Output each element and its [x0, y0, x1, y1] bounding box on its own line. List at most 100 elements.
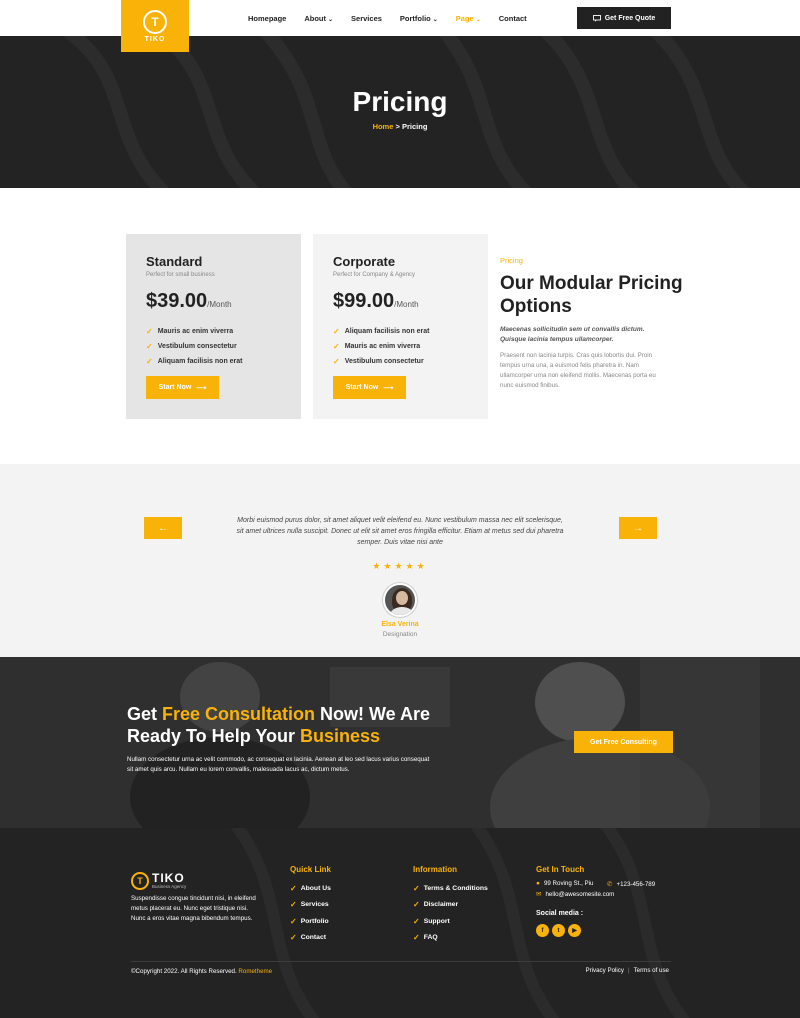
twitter-icon[interactable]: t	[552, 924, 565, 937]
star-rating: ★★★★★	[372, 561, 428, 571]
nav-portfolio[interactable]: Portfolio ⌄	[400, 14, 438, 23]
testimonial-section: ← Morbi euismod purus dolor, sit amet al…	[0, 464, 800, 657]
check-icon: ✓	[333, 342, 340, 351]
nav-services[interactable]: Services	[351, 14, 382, 23]
chevron-down-icon: ⌄	[475, 16, 481, 23]
page-title: Pricing	[352, 86, 448, 117]
feature-item: ✓ Aliquam facilisis non erat	[146, 357, 243, 366]
testimonial-name: Elsa Verina	[381, 621, 419, 628]
feature-item: ✓ Mauris ac enim viverra	[146, 327, 234, 336]
link-separator: |	[627, 967, 630, 974]
check-icon: ✓	[146, 357, 153, 366]
copyright-brand-link[interactable]: Rometheme	[238, 968, 272, 975]
check-icon: ✓	[413, 916, 420, 926]
consultation-banner: Get Free Consultation Now! We Are Ready …	[0, 657, 800, 828]
phone-icon: ✆	[607, 881, 613, 888]
pricing-card-corporate: Corporate Perfect for Company & Agency $…	[313, 234, 488, 419]
chevron-down-icon: ⌄	[432, 16, 438, 23]
footer-logo-tagline: Business Agency	[152, 884, 187, 889]
arrow-right-icon: ⟶	[383, 384, 394, 392]
information-heading: Information	[413, 865, 457, 874]
page-hero: Pricing Home > Pricing	[0, 36, 800, 188]
logo-text: TIKO	[144, 35, 166, 43]
check-icon: ✓	[290, 932, 297, 942]
get-free-quote-button[interactable]: Get Free Quote	[577, 7, 671, 29]
check-icon: ✓	[413, 932, 420, 942]
footer-logo-name: TIKO	[152, 871, 185, 885]
footer-link[interactable]: ✓ Services	[290, 900, 331, 909]
breadcrumb: Home > Pricing	[0, 122, 800, 131]
privacy-policy-link[interactable]: Privacy Policy	[585, 967, 624, 974]
plan-subtitle: Perfect for small business	[146, 272, 215, 278]
section-title: Our Modular Pricing Options	[500, 273, 683, 317]
section-body: Praesent non lacinia turpis. Cras quis l…	[500, 352, 656, 389]
feature-list: ✓ Aliquam facilisis non erat ✓ Mauris ac e…	[333, 327, 468, 366]
address: ● 99 Roving St., Piu	[536, 880, 594, 887]
facebook-icon[interactable]: f	[536, 924, 549, 937]
mail-icon: ✉	[536, 891, 542, 898]
copyright: ©Copyright 2022. All Rights Reserved. Ro…	[131, 968, 273, 975]
information-list: ✓ Terms & Conditions ✓ Disclaimer ✓ Support…	[413, 884, 488, 949]
location-pin-icon: ●	[536, 880, 540, 887]
plan-name: Corporate	[333, 254, 396, 269]
plan-name: Standard	[146, 254, 203, 269]
start-now-button[interactable]: Start Now ⟶	[333, 376, 406, 399]
feature-list: ✓ Mauris ac enim viverra ✓ Vestibulum cons…	[146, 327, 281, 366]
feature-item: ✓ Vestibulum consectetur	[146, 342, 237, 351]
check-icon: ✓	[413, 900, 420, 910]
quick-link-list: ✓ About Us ✓ Services ✓ Portfolio ✓ Contact	[290, 884, 331, 949]
prev-testimonial-button[interactable]: ←	[144, 517, 182, 539]
site-footer: T TIKO Business Agency Suspendisse congu…	[0, 828, 800, 1018]
testimonial-quote: Morbi euismod purus dolor, sit amet aliq…	[236, 517, 564, 546]
footer-link[interactable]: ✓ About Us	[290, 884, 331, 893]
arrow-right-icon: ⟶	[196, 384, 207, 392]
arrow-right-icon: →	[633, 522, 643, 534]
check-icon: ✓	[290, 900, 297, 910]
quick-link-heading: Quick Link	[290, 865, 331, 874]
plan-price: $99.00/Month	[333, 290, 419, 312]
nav-homepage[interactable]: Homepage	[248, 14, 286, 23]
footer-link[interactable]: ✓ FAQ	[413, 933, 488, 942]
section-lead: Maecenas sollicitudin sem ut convallis d…	[500, 326, 645, 343]
feature-item: ✓ Mauris ac enim viverra	[333, 342, 421, 351]
check-icon: ✓	[146, 342, 153, 351]
footer-background-pattern	[230, 828, 690, 1018]
avatar	[383, 583, 417, 617]
cta-text: Nullam consectetur urna ac velit commodo…	[127, 756, 430, 773]
check-icon: ✓	[333, 327, 340, 336]
footer-link[interactable]: ✓ Portfolio	[290, 917, 331, 926]
nav-about[interactable]: About ⌄	[304, 14, 333, 23]
check-icon: ✓	[290, 916, 297, 926]
plan-price: $39.00/Month	[146, 290, 232, 312]
next-testimonial-button[interactable]: →	[619, 517, 657, 539]
site-logo[interactable]: T TIKO	[121, 0, 189, 52]
footer-link[interactable]: ✓ Disclaimer	[413, 900, 488, 909]
footer-link[interactable]: ✓ Terms & Conditions	[413, 884, 488, 893]
nav-contact[interactable]: Contact	[499, 14, 527, 23]
check-icon: ✓	[413, 884, 420, 893]
youtube-icon[interactable]: ▶	[568, 924, 581, 937]
breadcrumb-separator: >	[395, 122, 400, 131]
footer-link[interactable]: ✓ Support	[413, 917, 488, 926]
nav-page[interactable]: Page ⌄	[456, 14, 481, 23]
footer-link[interactable]: ✓ Contact	[290, 933, 331, 942]
email[interactable]: ✉ hello@awesomesite.com	[536, 890, 614, 899]
check-icon: ✓	[333, 357, 340, 366]
terms-of-use-link[interactable]: Terms of use	[634, 967, 669, 974]
section-label: Pricing	[500, 256, 523, 265]
get-free-consulting-button[interactable]: Get Free Consulting	[574, 731, 673, 753]
footer-logo[interactable]: T TIKO Business Agency	[131, 872, 186, 890]
cta-title: Get Free Consultation Now! We Are Ready …	[127, 704, 431, 746]
get-in-touch-heading: Get In Touch	[536, 865, 585, 874]
start-now-button[interactable]: Start Now ⟶	[146, 376, 219, 399]
social-media-heading: Social media :	[536, 910, 584, 917]
logo-mark-icon: T	[143, 9, 167, 34]
breadcrumb-home-link[interactable]: Home	[373, 122, 394, 131]
phone[interactable]: ✆ +123-456-789	[607, 880, 655, 889]
feature-item: ✓ Vestibulum consectetur	[333, 357, 424, 366]
check-icon: ✓	[146, 327, 153, 336]
chat-icon	[592, 14, 601, 22]
footer-about: Suspendisse congue tincidunt nisi, in el…	[131, 895, 256, 922]
testimonial-role: Designation	[382, 631, 418, 638]
footer-divider	[131, 961, 671, 962]
